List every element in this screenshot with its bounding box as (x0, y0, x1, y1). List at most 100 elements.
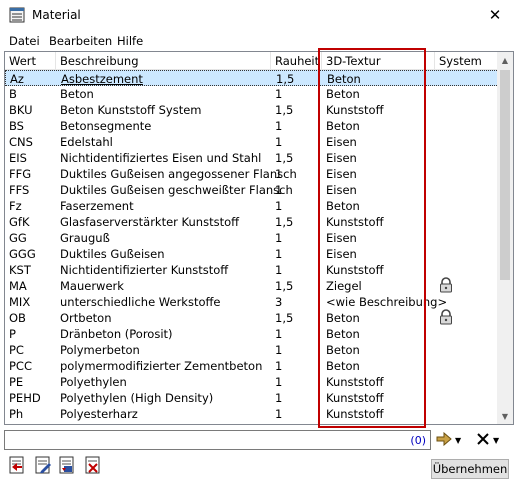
chevron-down-icon[interactable]: ▼ (493, 436, 499, 445)
table-row[interactable]: PEHD Polyethylen (High Density) 1 Kunststof… (5, 390, 499, 406)
table-row[interactable]: P Dränbeton (Porosit) 1 Beton (5, 326, 499, 342)
copy-record-icon[interactable] (58, 456, 76, 474)
cell-textur: Kunststoff (326, 375, 384, 389)
clear-filter-icon[interactable] (476, 432, 490, 449)
table-row[interactable]: CNS Edelstahl 1 Eisen (5, 134, 499, 150)
column-divider[interactable] (321, 52, 322, 69)
delete-record-icon[interactable] (84, 456, 102, 474)
table-row[interactable]: B Beton 1 Beton (5, 86, 499, 102)
scroll-down-arrow-icon[interactable]: ▼ (497, 408, 513, 424)
table-row[interactable]: Fz Faserzement 1 Beton (5, 198, 499, 214)
cell-wert: PCC (9, 359, 32, 373)
cell-textur: <wie Beschreibung> (326, 295, 448, 309)
cell-wert: KST (9, 263, 31, 277)
table-row[interactable]: PCC polymermodifizierter Zementbeton 1 Beto… (5, 358, 499, 374)
column-header-beschreibung[interactable]: Beschreibung (60, 54, 139, 68)
cell-rauheit: 1 (275, 391, 283, 405)
table-row[interactable]: Ph Polyesterharz 1 Kunststoff (5, 406, 499, 422)
menu-bearbeiten[interactable]: Bearbeiten (49, 34, 112, 48)
table-row[interactable]: EIS Nichtidentifiziertes Eisen und Stahl 1… (5, 150, 499, 166)
cell-wert: GG (9, 231, 27, 245)
scroll-up-arrow-icon[interactable]: ▲ (497, 52, 513, 68)
table-row[interactable]: FFG Duktiles Gußeisen angegossener Flansc… (5, 166, 499, 182)
cell-wert: MA (9, 279, 27, 293)
apply-filter-button[interactable]: ▼ (436, 431, 466, 449)
cell-wert: PEHD (9, 391, 41, 405)
scrollbar-thumb[interactable] (500, 70, 510, 280)
close-button[interactable]: ✕ (472, 0, 518, 30)
table-row[interactable]: OB Ortbeton 1,5 Beton (5, 309, 499, 326)
table-row[interactable]: GG Grauguß 1 Eisen (5, 230, 499, 246)
cell-beschreibung: Polyethylen (60, 375, 127, 389)
cell-rauheit: 1,5 (275, 103, 294, 117)
column-header-system[interactable]: System (439, 54, 482, 68)
cell-wert: PE (9, 375, 24, 389)
table-row[interactable]: Az Asbestzement 1,5 Beton (5, 70, 499, 86)
cell-beschreibung: Beton (60, 87, 94, 101)
accept-button[interactable]: Übernehmen (431, 459, 509, 479)
cell-beschreibung: Nichtidentifiziertes Eisen und Stahl (60, 151, 262, 165)
cell-beschreibung: Mauerwerk (60, 279, 124, 293)
column-divider[interactable] (55, 52, 56, 69)
table-row[interactable]: FFS Duktiles Gußeisen geschweißter Flansc… (5, 182, 499, 198)
edit-record-icon[interactable] (34, 456, 52, 474)
cell-textur: Beton (326, 119, 360, 133)
column-divider[interactable] (434, 52, 435, 69)
vertical-scrollbar[interactable]: ▲ ▼ (497, 52, 513, 424)
cell-rauheit: 1,5 (276, 72, 295, 86)
cell-wert: GGG (9, 247, 36, 261)
menu-datei[interactable]: Datei (9, 34, 40, 48)
cell-wert: Fz (9, 199, 22, 213)
column-divider[interactable] (270, 52, 271, 69)
cell-textur: Beton (326, 327, 360, 341)
column-header-rauheit[interactable]: Rauheit (275, 54, 319, 68)
table-row[interactable]: KST Nichtidentifizierter Kunststoff 1 Kunst… (5, 262, 499, 278)
menu-hilfe[interactable]: Hilfe (117, 34, 143, 48)
arrow-right-icon[interactable] (436, 431, 452, 449)
cell-beschreibung: Faserzement (60, 199, 134, 213)
table-row[interactable]: BS Betonsegmente 1 Beton (5, 118, 499, 134)
cell-textur: Kunststoff (326, 391, 384, 405)
cell-rauheit: 1 (275, 263, 283, 277)
cell-rauheit: 1 (275, 167, 283, 181)
table-row[interactable]: BKU Beton Kunststoff System 1,5 Kunststoff (5, 102, 499, 118)
clear-filter-button[interactable]: ▼ (476, 431, 510, 449)
table-row[interactable]: MIX unterschiedliche Werkstoffe 3 <wie Besc… (5, 294, 499, 310)
cell-textur: Eisen (326, 135, 357, 149)
material-list[interactable]: Wert Beschreibung Rauheit 3D-Textur Syst… (4, 51, 514, 425)
cell-rauheit: 1 (275, 135, 283, 149)
filter-input[interactable]: (0) (4, 430, 431, 450)
cell-beschreibung: Asbestzement (61, 72, 143, 86)
title-bar: Material ✕ (0, 0, 518, 30)
cell-wert: BS (9, 119, 24, 133)
cell-textur: Eisen (326, 231, 357, 245)
cell-textur: Kunststoff (326, 215, 384, 229)
cell-wert: PLP (9, 423, 29, 424)
table-row[interactable]: MA Mauerwerk 1,5 Ziegel (5, 277, 499, 294)
insert-record-icon[interactable] (8, 456, 26, 474)
cell-rauheit: 1 (275, 343, 283, 357)
table-row[interactable]: PC Polymerbeton 1 Beton (5, 342, 499, 358)
cell-textur: Kunststoff (326, 263, 384, 277)
table-row[interactable]: GfK Glasfaserverstärkter Kunststoff 1,5 Kun… (5, 214, 499, 230)
cell-beschreibung: polymermodifizierter Zementbeton (60, 359, 263, 373)
cell-beschreibung: Grauguß (60, 231, 110, 245)
table-row[interactable]: PLP Polyethylenbeton 1 Kunststoff (5, 422, 499, 424)
cell-wert: EIS (9, 151, 27, 165)
cell-wert: Ph (9, 407, 24, 421)
cell-textur: Eisen (326, 151, 357, 165)
cell-wert: PC (9, 343, 24, 357)
cell-beschreibung: Duktiles Gußeisen angegossener Flansch (60, 167, 297, 181)
cell-beschreibung: Beton Kunststoff System (60, 103, 202, 117)
table-row[interactable]: GGG Duktiles Gußeisen 1 Eisen (5, 246, 499, 262)
cell-rauheit: 3 (275, 295, 283, 309)
chevron-down-icon[interactable]: ▼ (455, 436, 461, 445)
table-row[interactable]: PE Polyethylen 1 Kunststoff (5, 374, 499, 390)
cell-textur: Eisen (326, 183, 357, 197)
column-header-wert[interactable]: Wert (9, 54, 36, 68)
column-header-textur[interactable]: 3D-Textur (326, 54, 381, 68)
cell-textur: Ziegel (326, 279, 362, 293)
close-icon[interactable]: ✕ (489, 6, 502, 24)
cell-textur: Beton (327, 72, 361, 86)
filter-count: (0) (410, 434, 426, 447)
